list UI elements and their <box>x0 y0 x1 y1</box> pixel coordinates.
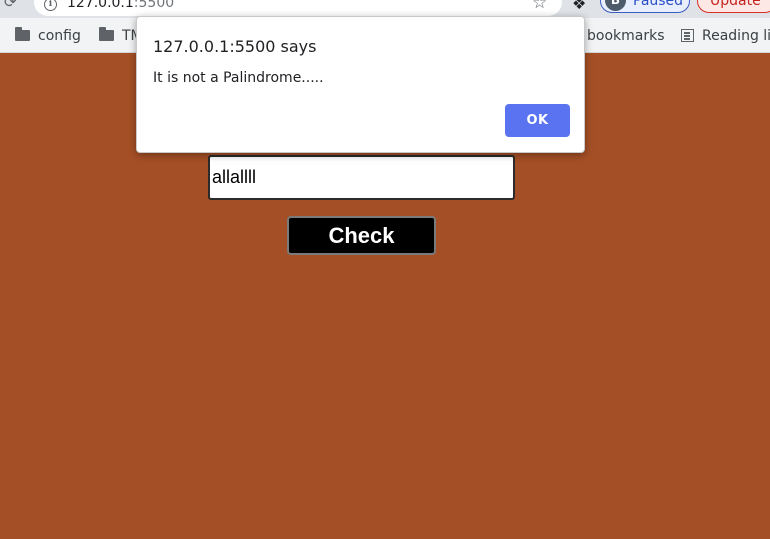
dialog-title: 127.0.0.1:5500 says <box>153 37 317 56</box>
profile-label: Paused <box>633 0 684 9</box>
dialog-message: It is not a Palindrome..... <box>153 70 324 86</box>
puzzle-icon[interactable]: ❖ <box>572 0 586 13</box>
folder-icon <box>99 27 114 41</box>
update-button[interactable]: Update <box>697 0 770 13</box>
reading-list-icon <box>681 29 694 42</box>
ok-button[interactable]: OK <box>505 104 570 137</box>
alert-dialog: 127.0.0.1:5500 says It is not a Palindro… <box>136 16 585 153</box>
check-button[interactable]: Check <box>287 216 436 255</box>
url-text: 127.0.0.1:5500 <box>67 0 175 11</box>
profile-button[interactable]: B Paused <box>600 0 690 13</box>
update-label: Update <box>710 0 761 9</box>
address-bar[interactable]: i 127.0.0.1:5500 ☆ <box>34 0 562 16</box>
reload-icon[interactable]: ⟳ <box>4 0 20 10</box>
avatar: B <box>605 0 626 11</box>
bookmark-reading-list[interactable]: Reading li <box>681 27 770 45</box>
bookmark-config[interactable]: config <box>15 27 81 45</box>
info-icon[interactable]: i <box>44 0 57 11</box>
star-icon[interactable]: ☆ <box>532 0 547 12</box>
word-input[interactable]: allallll <box>208 155 515 200</box>
folder-icon <box>15 27 30 41</box>
